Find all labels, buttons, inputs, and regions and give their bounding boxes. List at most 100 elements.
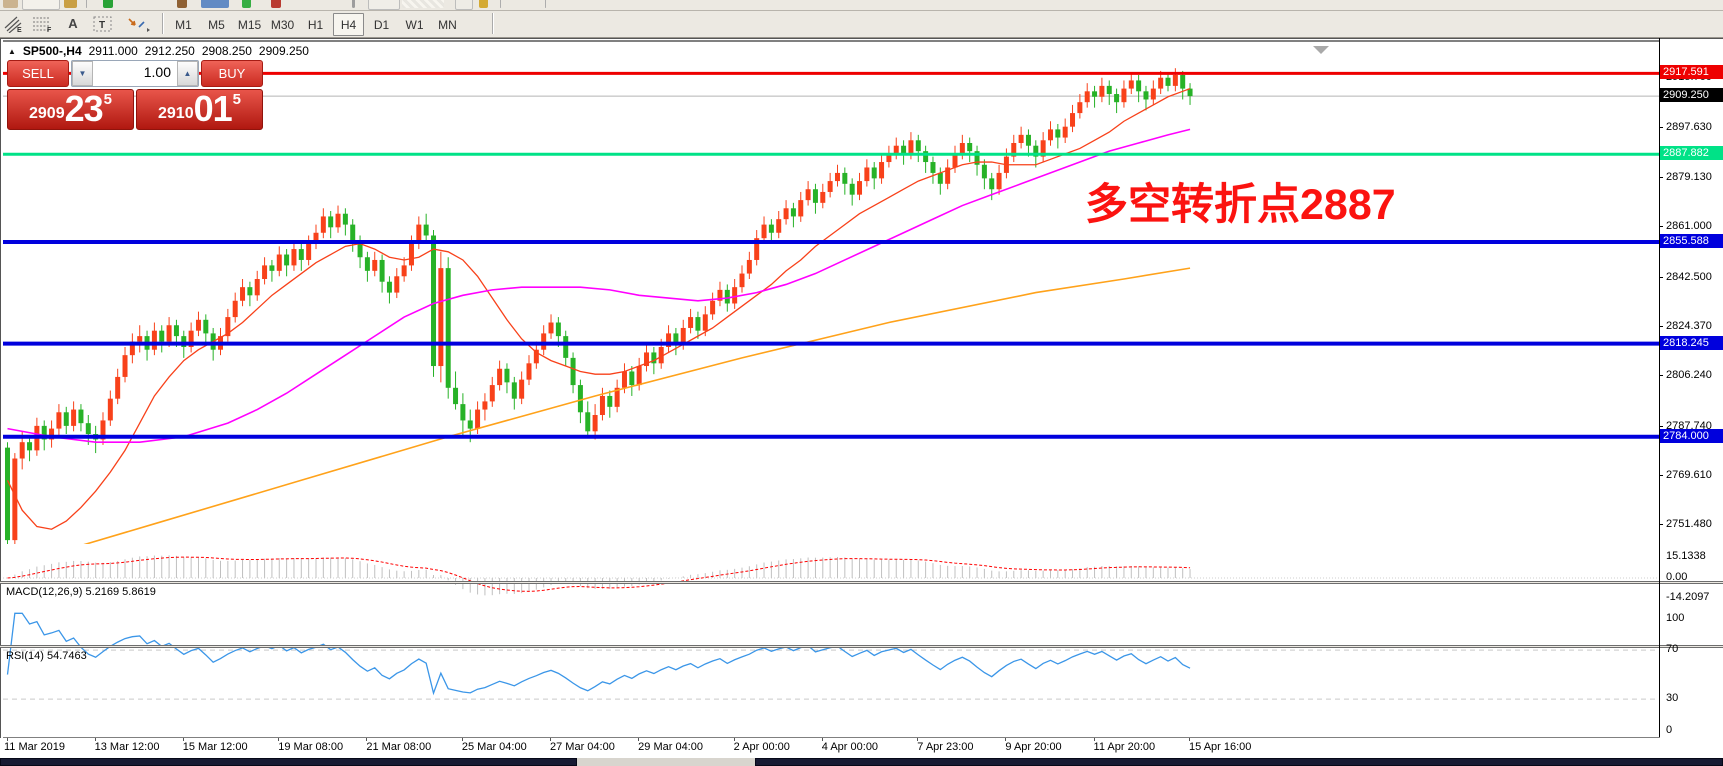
- time-label: 11 Mar 2019: [4, 741, 65, 753]
- time-label: 4 Apr 00:00: [822, 741, 878, 753]
- timeframe-button-h4[interactable]: H4: [333, 13, 364, 36]
- hline-price-badge: 2917.591: [1660, 65, 1723, 79]
- one-click-trade-panel: SELL ▼ 1.00 ▲ BUY 2909235 2910015: [7, 60, 263, 130]
- sell-price-sup: 5: [104, 85, 112, 115]
- time-label: 15 Mar 12:00: [183, 741, 248, 753]
- time-axis: 11 Mar 2019 13 Mar 12:00 15 Mar 12:00 19 Ma…: [0, 738, 1723, 758]
- chart-plot[interactable]: [1, 39, 1723, 759]
- toolbar-fragment-icon[interactable]: [177, 0, 187, 8]
- timeframe-button-h1[interactable]: H1: [300, 13, 331, 36]
- chart-text-annotation: 多空转折点2887: [1085, 170, 1396, 232]
- price-tick-label: 2806.240: [1666, 369, 1712, 381]
- chart-window: [0, 38, 1723, 759]
- ohlc-high: 2912.250: [145, 44, 195, 58]
- ohlc-open: 2911.000: [89, 44, 138, 58]
- hline-price-badge: 2855.588: [1660, 234, 1723, 248]
- timeframe-button-m15[interactable]: M15: [234, 13, 265, 36]
- price-tick-label: 2769.610: [1666, 469, 1712, 481]
- rsi-axis-label: 70: [1666, 643, 1678, 655]
- hline-price-badge: 2818.245: [1660, 336, 1723, 350]
- sell-price-prefix: 2909: [29, 101, 65, 127]
- timeframe-group: M1M5M15M30H1H4D1W1MN: [168, 13, 463, 34]
- buy-price-big: 01: [194, 91, 232, 127]
- ohlc-low: 2908.250: [202, 44, 252, 58]
- toolbar-fragment-icon[interactable]: [479, 0, 488, 8]
- pane-splitter-rsi[interactable]: [0, 645, 1723, 648]
- collapse-panel-icon[interactable]: ▲: [8, 47, 16, 56]
- sell-price-display[interactable]: 2909235: [7, 89, 134, 130]
- time-label: 13 Mar 12:00: [95, 741, 160, 753]
- pane-splitter-macd[interactable]: [0, 581, 1723, 584]
- toolbar-separator: [545, 0, 546, 8]
- buy-price-display[interactable]: 2910015: [136, 89, 263, 130]
- axis-tick: [1659, 326, 1663, 327]
- svg-text:T: T: [99, 20, 105, 31]
- axis-tick: [1659, 426, 1663, 427]
- timeframe-button-d1[interactable]: D1: [366, 13, 397, 36]
- time-label: 21 Mar 08:00: [366, 741, 431, 753]
- buy-button[interactable]: BUY: [201, 60, 263, 87]
- fibonacci-tool-icon[interactable]: F: [32, 13, 54, 34]
- timeframe-button-w1[interactable]: W1: [399, 13, 430, 36]
- volume-input[interactable]: 1.00: [93, 61, 177, 86]
- toolbar-fragment-icon[interactable]: [242, 0, 251, 8]
- macd-label: MACD(12,26,9) 5.2169 5.8619: [6, 586, 156, 598]
- axis-tick: [1659, 475, 1663, 476]
- taskbar-segment[interactable]: [755, 758, 1723, 766]
- volume-stepper: ▼ 1.00 ▲: [71, 60, 199, 87]
- channel-tool-icon[interactable]: E: [3, 13, 25, 34]
- time-label: 27 Mar 04:00: [550, 741, 615, 753]
- toolbar-fragment-button[interactable]: [22, 0, 60, 10]
- hline-price-badge: 2887.882: [1660, 146, 1723, 160]
- toolbar-fragment-button[interactable]: [368, 0, 400, 10]
- price-axis-border: [1659, 38, 1660, 737]
- timeframe-button-m30[interactable]: M30: [267, 13, 298, 36]
- toolbar-fragment-icon[interactable]: [271, 0, 281, 8]
- chart-title: ▲ SP500-,H4 2911.000 2912.250 2908.250 2…: [8, 44, 309, 58]
- axis-tick: [1659, 127, 1663, 128]
- price-tick-label: 2842.500: [1666, 271, 1712, 283]
- toolbar-separator: [352, 0, 355, 8]
- price-tick-label: 2861.000: [1666, 220, 1712, 232]
- toolbar-fragment-icon[interactable]: [64, 0, 77, 8]
- buy-price-prefix: 2910: [158, 101, 194, 127]
- toolbar-fragment-icon[interactable]: [201, 0, 229, 8]
- svg-text:F: F: [47, 27, 52, 33]
- label-tool-icon[interactable]: T: [92, 13, 114, 34]
- sell-button[interactable]: SELL: [7, 60, 69, 87]
- toolbar-row-top-cropped: [0, 0, 1723, 11]
- volume-increase-button[interactable]: ▲: [177, 61, 198, 86]
- buy-price-sup: 5: [233, 85, 241, 115]
- sell-price-big: 23: [65, 91, 103, 127]
- time-label: 15 Apr 16:00: [1189, 741, 1251, 753]
- svg-text:E: E: [17, 27, 22, 33]
- macd-axis-label: 15.1338: [1666, 550, 1706, 562]
- axis-tick: [1659, 375, 1663, 376]
- time-label: 9 Apr 20:00: [1005, 741, 1061, 753]
- time-label: 7 Apr 23:00: [917, 741, 973, 753]
- taskbar-segment[interactable]: [0, 758, 577, 766]
- price-tick-label: 2824.370: [1666, 320, 1712, 332]
- price-tick-label: 2897.630: [1666, 121, 1712, 133]
- axis-tick: [1659, 524, 1663, 525]
- volume-decrease-button[interactable]: ▼: [72, 61, 93, 86]
- toolbar-fragment-icon[interactable]: [3, 0, 18, 8]
- toolbar-fragment-button[interactable]: [455, 0, 473, 10]
- toolbar-separator: [492, 13, 493, 34]
- axis-tick: [1659, 277, 1663, 278]
- rsi-axis-label: 100: [1666, 612, 1684, 624]
- time-label: 19 Mar 08:00: [278, 741, 343, 753]
- rsi-axis-label: 30: [1666, 692, 1678, 704]
- timeframe-button-mn[interactable]: MN: [432, 13, 463, 36]
- arrows-tool-icon[interactable]: [124, 13, 154, 34]
- toolbar-fragment-button[interactable]: [402, 0, 444, 8]
- toolbar-fragment-icon[interactable]: [103, 0, 113, 8]
- mt4-window: E F A T M1M5M15M30H1H4D1W1MN ▲ SP500-,H4…: [0, 0, 1723, 766]
- timeframe-button-m1[interactable]: M1: [168, 13, 199, 36]
- toolbar-separator: [86, 0, 87, 8]
- timeframe-button-m5[interactable]: M5: [201, 13, 232, 36]
- text-tool-icon[interactable]: A: [62, 13, 84, 34]
- toolbar-separator: [162, 13, 163, 34]
- time-label: 29 Mar 04:00: [638, 741, 703, 753]
- axis-tick: [1659, 177, 1663, 178]
